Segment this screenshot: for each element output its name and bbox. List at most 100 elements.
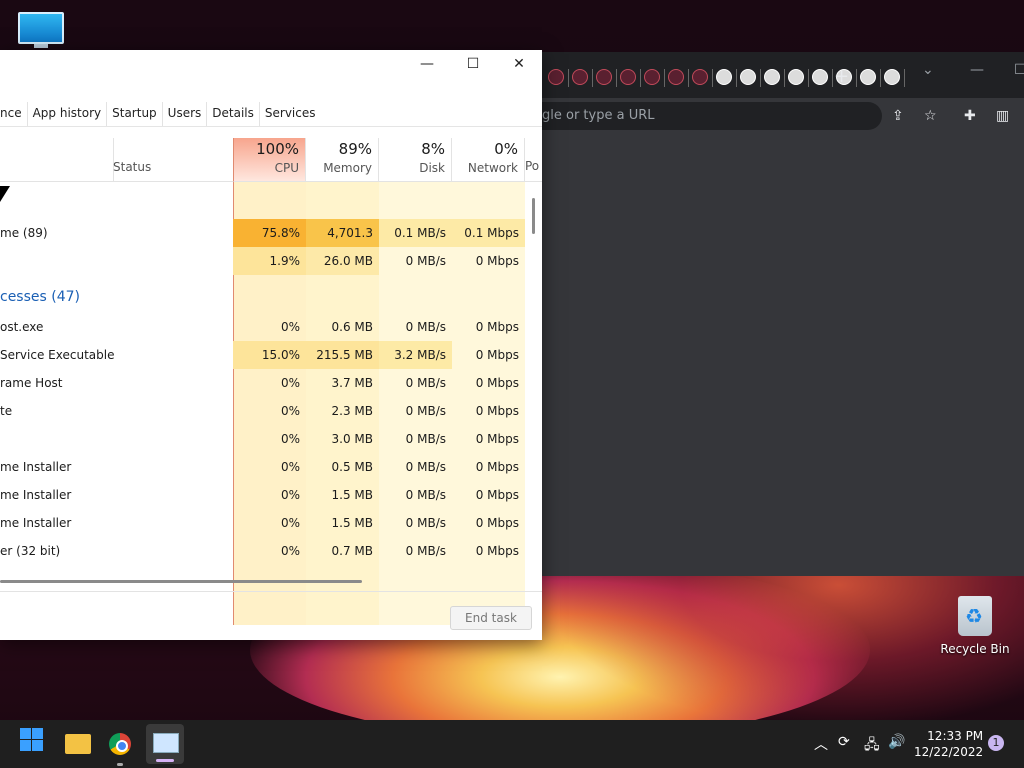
memory-value: 0.6 MB xyxy=(331,320,373,334)
tab-favicon[interactable] xyxy=(740,69,756,85)
cpu-value: 1.9% xyxy=(233,247,306,275)
show-hidden-icons-chevron-icon[interactable]: ︿ xyxy=(814,734,828,754)
file-explorer-icon[interactable] xyxy=(62,728,94,760)
cpu-value: 0% xyxy=(280,432,300,446)
share-icon[interactable]: ⇪ xyxy=(892,108,904,124)
windows-start-icon[interactable] xyxy=(20,728,52,760)
disk-value: 0 MB/s xyxy=(405,432,446,446)
network-value: 0 Mbps xyxy=(475,544,519,558)
name-column-header[interactable] xyxy=(0,138,113,182)
table-row[interactable]: rame Host 0% 3.7 MB 0 MB/s 0 Mbps xyxy=(0,369,525,397)
tab-favicon[interactable] xyxy=(692,69,708,85)
memory-column-header[interactable]: 89% Memory xyxy=(306,138,379,182)
process-name: ost.exe xyxy=(0,320,44,334)
memory-value: 0.5 MB xyxy=(331,460,373,474)
cpu-value: 0% xyxy=(280,516,300,530)
table-row[interactable]: me Installer 0% 0.5 MB 0 MB/s 0 Mbps xyxy=(0,453,525,481)
system-clock[interactable]: 12:33 PM 12/22/2022 xyxy=(914,728,983,760)
tab-favicon[interactable] xyxy=(668,69,684,85)
cpu-value: 0% xyxy=(280,320,300,334)
bookmark-star-icon[interactable]: ☆ xyxy=(924,108,937,124)
cpu-label: CPU xyxy=(274,161,299,175)
tab-search-chevron-icon[interactable]: ⌄ xyxy=(922,62,934,78)
footer-divider xyxy=(0,591,542,592)
disk-value: 0 MB/s xyxy=(405,376,446,390)
vertical-scrollbar[interactable] xyxy=(532,198,535,234)
memory-label: Memory xyxy=(323,161,372,175)
side-panel-icon[interactable]: ▥ xyxy=(996,108,1009,124)
memory-value: 215.5 MB xyxy=(306,341,379,369)
tab-services[interactable]: Services xyxy=(260,102,321,126)
horizontal-scrollbar[interactable] xyxy=(0,580,362,583)
tab-favicon[interactable] xyxy=(812,69,828,85)
close-icon[interactable]: ✕ xyxy=(504,56,534,74)
tab-favicon[interactable] xyxy=(596,69,612,85)
cpu-column-header[interactable]: 100% CPU xyxy=(233,138,306,182)
minimize-icon[interactable]: — xyxy=(412,56,442,74)
tab-favicon[interactable] xyxy=(644,69,660,85)
cpu-value: 15.0% xyxy=(233,341,306,369)
tab-favicon[interactable] xyxy=(716,69,732,85)
extensions-puzzle-icon[interactable]: ✚ xyxy=(964,108,976,124)
background-processes-group[interactable]: cesses (47) xyxy=(0,283,230,311)
tab-favicon[interactable] xyxy=(572,69,588,85)
tab-users[interactable]: Users xyxy=(163,102,208,126)
network-column-header[interactable]: 0% Network xyxy=(452,138,525,182)
new-tab-button[interactable]: + xyxy=(834,66,849,87)
tab-favicon[interactable] xyxy=(788,69,804,85)
group-header: cesses (47) xyxy=(0,289,80,305)
end-task-button[interactable]: End task xyxy=(450,606,532,630)
disk-value: 3.2 MB/s xyxy=(379,341,452,369)
tab-favicon[interactable] xyxy=(884,69,900,85)
table-row[interactable]: me Installer 0% 1.5 MB 0 MB/s 0 Mbps xyxy=(0,509,525,537)
task-manager-taskbar-icon[interactable] xyxy=(146,724,184,764)
disk-column-header[interactable]: 8% Disk xyxy=(379,138,452,182)
taskbar: ︿ ⟳ 🖧 🔊 12:33 PM 12/22/2022 1 xyxy=(0,720,1024,768)
sync-update-icon[interactable]: ⟳ xyxy=(838,734,850,750)
power-column-header[interactable]: Po xyxy=(525,138,542,182)
tab-startup[interactable]: Startup xyxy=(107,102,163,126)
disk-value: 0 MB/s xyxy=(405,488,446,502)
process-name: Service Executable xyxy=(0,348,115,362)
table-row[interactable]: me (89) 75.8% 4,701.3 MB 0.1 MB/s 0.1 Mb… xyxy=(0,219,525,268)
table-row[interactable]: Service Executable 15.0% 215.5 MB 3.2 MB/s 0… xyxy=(0,341,525,369)
table-row[interactable]: 1.9% 26.0 MB 0 MB/s 0 Mbps xyxy=(0,247,525,275)
table-row[interactable]: me Installer 0% 1.5 MB 0 MB/s 0 Mbps xyxy=(0,481,525,509)
this-pc-desktop-icon[interactable] xyxy=(18,12,64,48)
disk-value: 0 MB/s xyxy=(405,460,446,474)
tab-favicon[interactable] xyxy=(620,69,636,85)
table-row[interactable]: te 0% 2.3 MB 0 MB/s 0 Mbps xyxy=(0,397,525,425)
maximize-icon[interactable]: ☐ xyxy=(458,56,488,74)
network-value: 0 Mbps xyxy=(475,254,519,268)
disk-label: Disk xyxy=(419,161,445,175)
network-value: 0 Mbps xyxy=(475,460,519,474)
chrome-taskbar-icon[interactable] xyxy=(104,728,136,766)
tab-favicon[interactable] xyxy=(860,69,876,85)
table-row[interactable]: 0% 3.0 MB 0 MB/s 0 Mbps xyxy=(0,425,525,453)
tab-performance[interactable]: nce xyxy=(0,102,28,126)
maximize-icon[interactable]: ☐ xyxy=(1014,62,1024,78)
notification-badge[interactable]: 1 xyxy=(988,735,1004,751)
tab-details[interactable]: Details xyxy=(207,102,260,126)
mouse-cursor-icon xyxy=(0,186,10,202)
disk-value: 0 MB/s xyxy=(405,254,446,268)
disk-value: 0 MB/s xyxy=(405,404,446,418)
table-row[interactable]: ost.exe 0% 0.6 MB 0 MB/s 0 Mbps xyxy=(0,313,525,341)
tab-favicon[interactable] xyxy=(764,69,780,85)
cpu-value: 0% xyxy=(280,404,300,418)
chrome-toolbar: gle or type a URL ⇪ ☆ ✚ ▥ xyxy=(542,98,1024,132)
volume-icon[interactable]: 🔊 xyxy=(888,734,905,750)
network-value: 0 Mbps xyxy=(475,348,519,362)
recycle-bin-desktop-icon[interactable]: Recycle Bin xyxy=(940,596,1010,656)
minimize-icon[interactable]: — xyxy=(970,62,984,78)
table-row[interactable]: er (32 bit) 0% 0.7 MB 0 MB/s 0 Mbps xyxy=(0,537,525,565)
network-icon[interactable]: 🖧 xyxy=(864,734,880,758)
memory-percent: 89% xyxy=(338,140,372,158)
address-bar[interactable]: gle or type a URL xyxy=(542,102,882,130)
memory-value: 2.3 MB xyxy=(331,404,373,418)
cpu-value: 0% xyxy=(280,376,300,390)
tab-app-history[interactable]: App history xyxy=(28,102,108,126)
memory-value: 1.5 MB xyxy=(331,488,373,502)
tab-favicon[interactable] xyxy=(548,69,564,85)
process-name: rame Host xyxy=(0,376,63,390)
